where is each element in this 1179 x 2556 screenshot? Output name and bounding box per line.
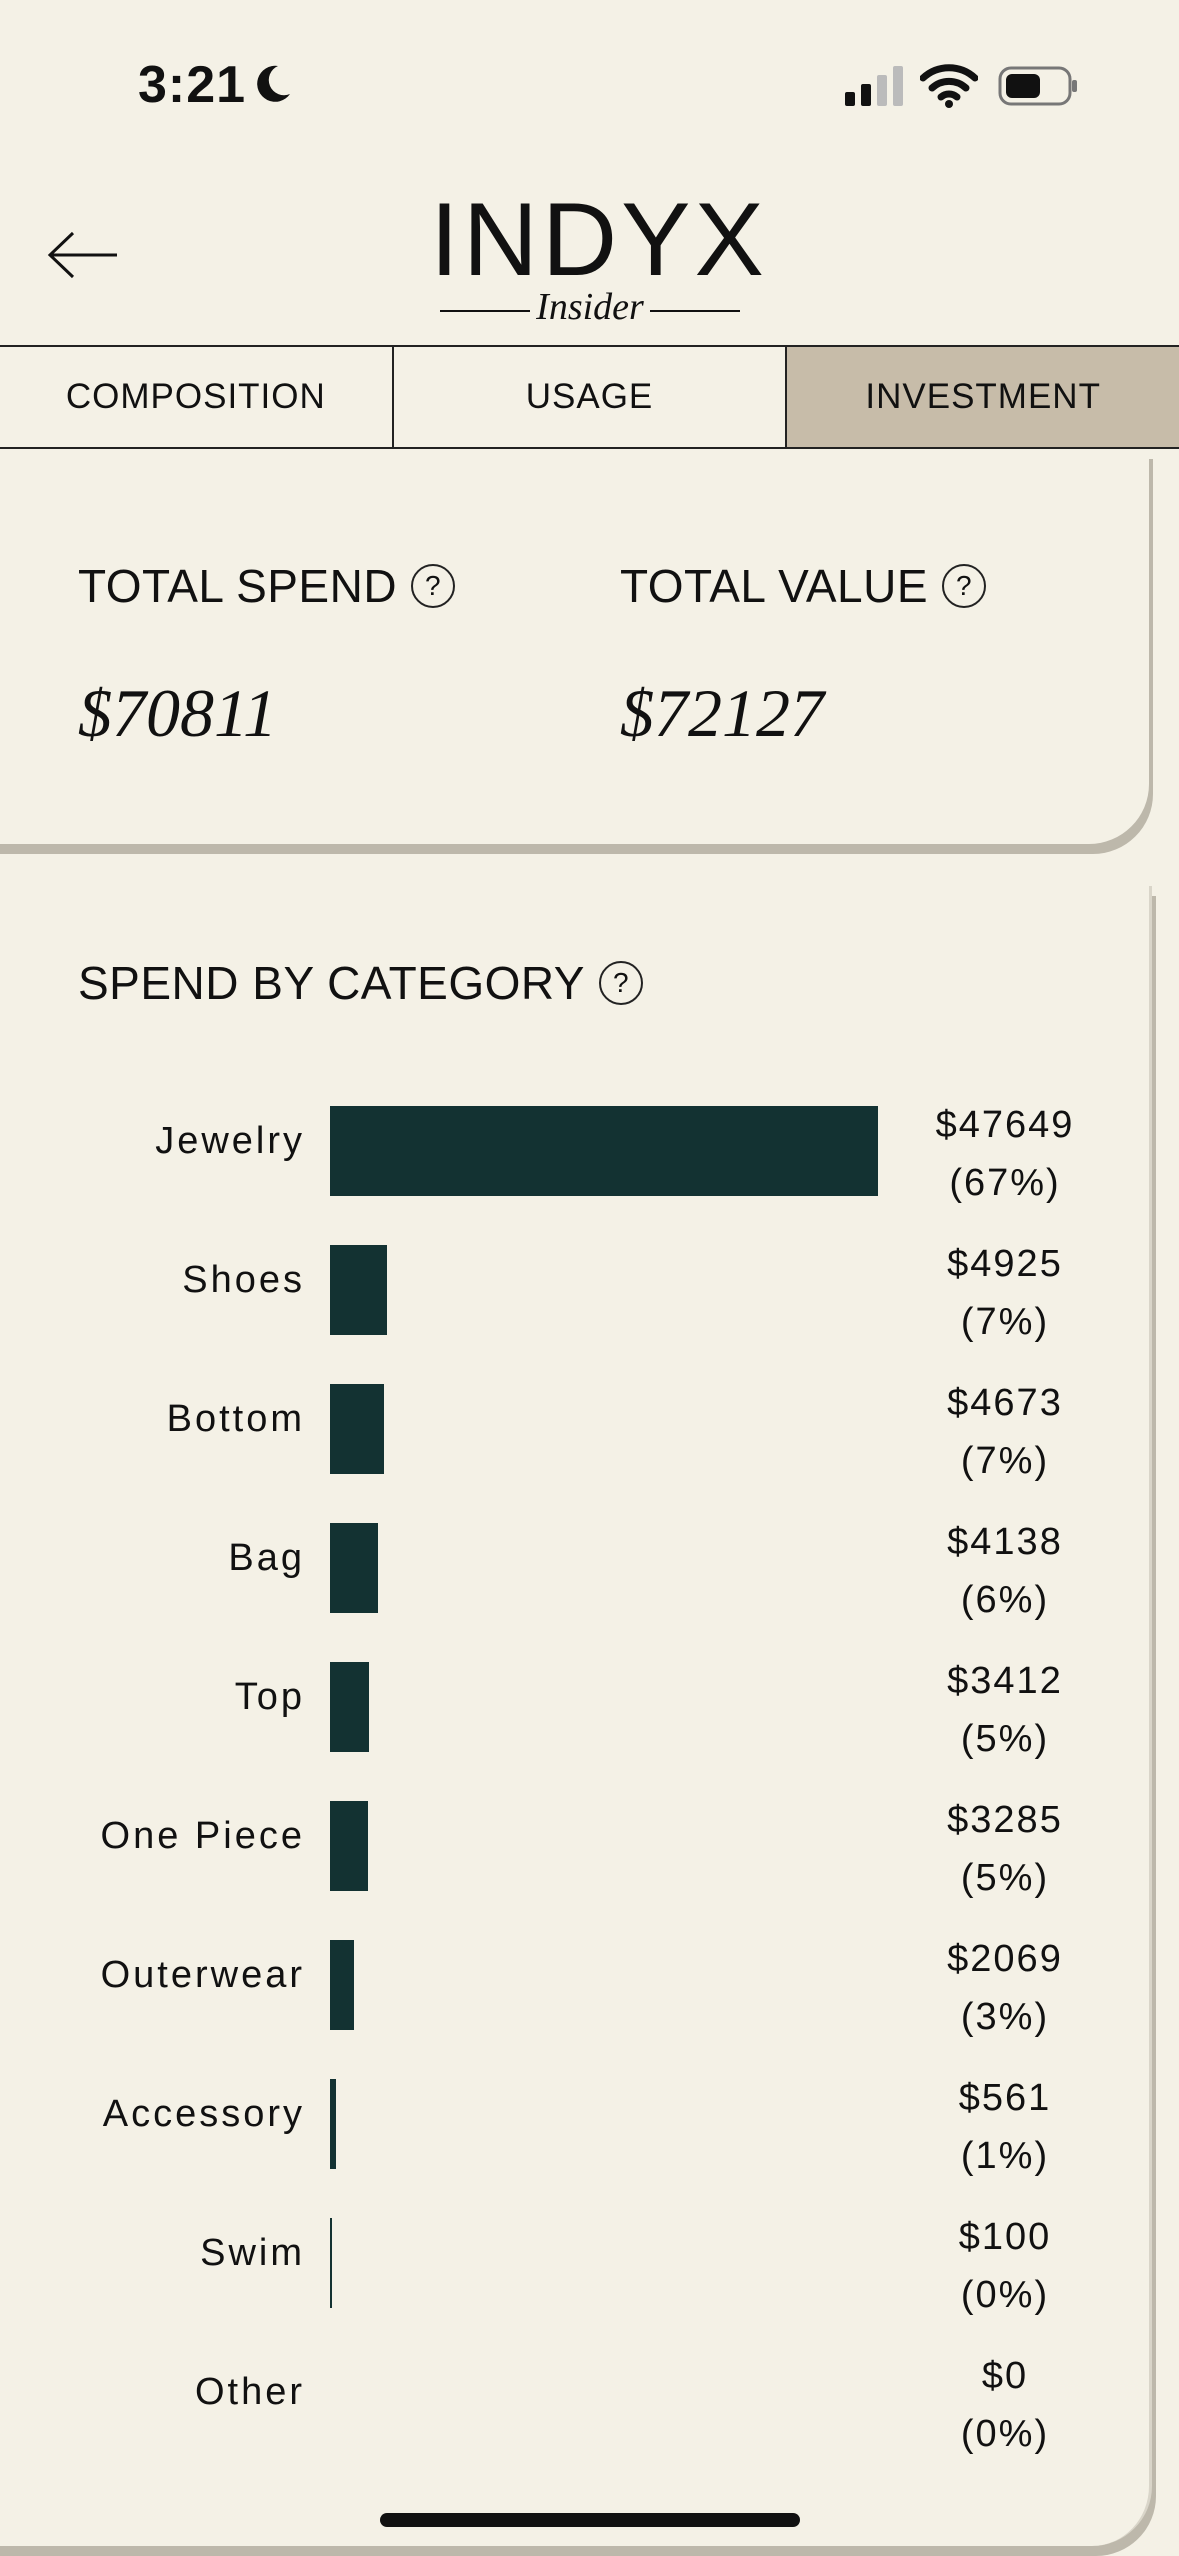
category-percent: (7%): [960, 1301, 1050, 1343]
category-bar: [330, 1662, 370, 1752]
category-label: Bag: [228, 1537, 305, 1579]
category-label: Bottom: [166, 1398, 305, 1440]
total-spend-label: TOTAL SPEND: [78, 560, 398, 612]
logo-sub: Insider: [536, 286, 644, 328]
chart-row: Shoes $4925 (7%): [0, 1243, 1149, 1384]
tab-bar: COMPOSITION USAGE INVESTMENT: [0, 345, 1179, 449]
total-value-value: $72127: [620, 675, 824, 751]
category-value-label: $47649 (67%): [910, 1096, 1100, 1212]
category-amount: $4673: [947, 1382, 1063, 1424]
category-bar: [330, 1106, 878, 1196]
category-value-label: $3285 (5%): [910, 1791, 1100, 1907]
category-amount: $100: [958, 2216, 1052, 2258]
chart-row: One Piece $3285 (5%): [0, 1799, 1149, 1940]
category-value-label: $561 (1%): [910, 2069, 1100, 2185]
category-value-label: $4138 (6%): [910, 1513, 1100, 1629]
category-value-label: $4925 (7%): [910, 1235, 1100, 1351]
category-percent: (67%): [949, 1162, 1061, 1204]
status-bar: 3:21: [0, 0, 1179, 170]
category-label: Accessory: [102, 2093, 305, 2135]
category-label: Top: [234, 1676, 305, 1718]
help-icon[interactable]: ?: [411, 563, 456, 608]
total-value-label: TOTAL VALUE: [620, 560, 929, 612]
category-percent: (1%): [960, 2135, 1050, 2177]
category-label: Jewelry: [155, 1120, 305, 1162]
category-bar: [330, 2079, 337, 2169]
chart-row: Outerwear $2069 (3%): [0, 1938, 1149, 2079]
spend-by-category-card: SPEND BY CATEGORY? Jewelry $47649 (67%) Sho…: [0, 886, 1152, 2546]
indyx-insider-logo: INDYX Insider: [430, 182, 768, 340]
category-bar: [330, 1523, 378, 1613]
category-amount: $561: [958, 2077, 1052, 2119]
logo-rule-right: [650, 310, 740, 312]
back-arrow-icon[interactable]: [45, 230, 120, 280]
chart-row: Top $3412 (5%): [0, 1660, 1149, 1801]
category-label: Shoes: [182, 1259, 305, 1301]
chart-row: Bag $4138 (6%): [0, 1521, 1149, 1662]
category-percent: (6%): [960, 1579, 1050, 1621]
summary-card: TOTAL SPEND? $70811 TOTAL VALUE? $72127: [0, 449, 1149, 844]
tab-composition[interactable]: COMPOSITION: [0, 347, 394, 447]
category-percent: (0%): [960, 2413, 1050, 2455]
category-percent: (5%): [960, 1718, 1050, 1760]
category-label: One Piece: [100, 1815, 305, 1857]
category-value-label: $0 (0%): [910, 2347, 1100, 2463]
home-indicator: [380, 2513, 800, 2527]
category-value-label: $100 (0%): [910, 2208, 1100, 2324]
category-percent: (5%): [960, 1857, 1050, 1899]
category-value-label: $3412 (5%): [910, 1652, 1100, 1768]
tab-usage[interactable]: USAGE: [394, 347, 788, 447]
category-percent: (0%): [960, 2274, 1050, 2316]
spend-by-category-chart: Jewelry $47649 (67%) Shoes $4925 (7%) Bottom $4…: [0, 886, 1149, 2486]
category-label: Outerwear: [100, 1954, 305, 1996]
total-spend-value: $70811: [78, 675, 277, 751]
total-spend-label-row: TOTAL SPEND?: [78, 559, 456, 613]
category-value-label: $4673 (7%): [910, 1374, 1100, 1490]
category-bar: [330, 2218, 332, 2308]
wifi-icon: [920, 64, 978, 108]
chart-row: Other $0 (0%): [0, 2355, 1149, 2496]
status-time: 3:21: [138, 56, 247, 114]
moon-icon: [257, 65, 290, 102]
app-header: INDYX Insider: [0, 170, 1179, 345]
logo-rule-left: [440, 310, 530, 312]
tab-investment[interactable]: INVESTMENT: [787, 347, 1179, 447]
category-value-label: $2069 (3%): [910, 1930, 1100, 2046]
category-bar: [330, 1245, 387, 1335]
help-icon[interactable]: ?: [942, 563, 987, 608]
category-amount: $4925: [947, 1243, 1063, 1285]
category-amount: $0: [981, 2355, 1029, 2397]
category-bar: [330, 1801, 368, 1891]
chart-row: Swim $100 (0%): [0, 2216, 1149, 2357]
chart-row: Jewelry $47649 (67%): [0, 1104, 1149, 1245]
chart-row: Bottom $4673 (7%): [0, 1382, 1149, 1523]
category-bar: [330, 1940, 354, 2030]
category-percent: (3%): [960, 1996, 1050, 2038]
category-percent: (7%): [960, 1440, 1050, 1482]
category-amount: $3412: [947, 1660, 1063, 1702]
category-amount: $4138: [947, 1521, 1063, 1563]
signal-icon: [845, 66, 903, 106]
category-label: Swim: [200, 2232, 305, 2274]
category-label: Other: [194, 2371, 305, 2413]
battery-icon: [998, 66, 1077, 106]
logo-main: INDYX: [430, 182, 768, 298]
total-value-label-row: TOTAL VALUE?: [620, 559, 987, 613]
chart-row: Accessory $561 (1%): [0, 2077, 1149, 2218]
category-amount: $47649: [935, 1104, 1075, 1146]
category-bar: [330, 1384, 384, 1474]
category-amount: $2069: [947, 1938, 1063, 1980]
category-amount: $3285: [947, 1799, 1063, 1841]
